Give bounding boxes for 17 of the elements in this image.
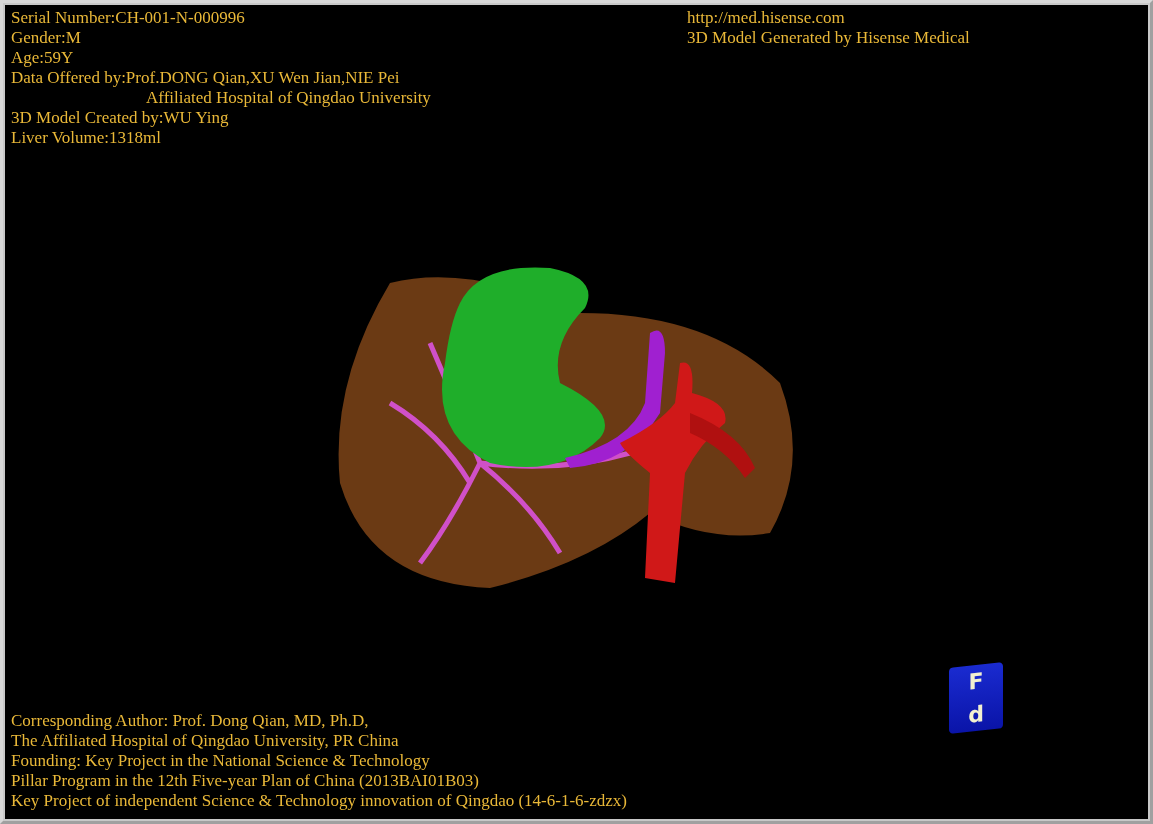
info-text: Data Offered by:Prof.DONG Qian,XU Wen Jian,NIE Pei xyxy=(11,68,400,88)
credit-text: Founding: Key Project in the National Science & Technology xyxy=(11,751,430,771)
credit-text: Pillar Program in the 12th Five-year Plan of China (2013BAI01B03) xyxy=(11,771,479,791)
cube-face-label: F xyxy=(968,669,984,694)
credit-text: Corresponding Author: Prof. Dong Qian, MD, Ph.D, xyxy=(11,711,369,731)
credit-text: The Affiliated Hospital of Qingdao University, PR China xyxy=(11,731,399,751)
info-text: Serial Number:CH-001-N-000996 xyxy=(11,8,245,28)
info-text: Liver Volume:1318ml xyxy=(11,128,161,148)
info-text: Affiliated Hospital of Qingdao University xyxy=(145,88,431,108)
info-text: Gender:M xyxy=(11,28,81,48)
info-text: 3D Model Generated by Hisense Medical xyxy=(687,28,970,48)
credit-text: Key Project of independent Science & Technology innovation of Qingdao (14-6-1-6-zdzx) xyxy=(11,791,627,811)
info-text: 3D Model Created by:WU Ying xyxy=(11,108,229,128)
orientation-cube[interactable]: F d xyxy=(949,662,1003,734)
cube-face-label: d xyxy=(968,702,984,727)
website-link[interactable]: http://med.hisense.com xyxy=(687,8,845,28)
info-text: Age:59Y xyxy=(11,48,74,68)
